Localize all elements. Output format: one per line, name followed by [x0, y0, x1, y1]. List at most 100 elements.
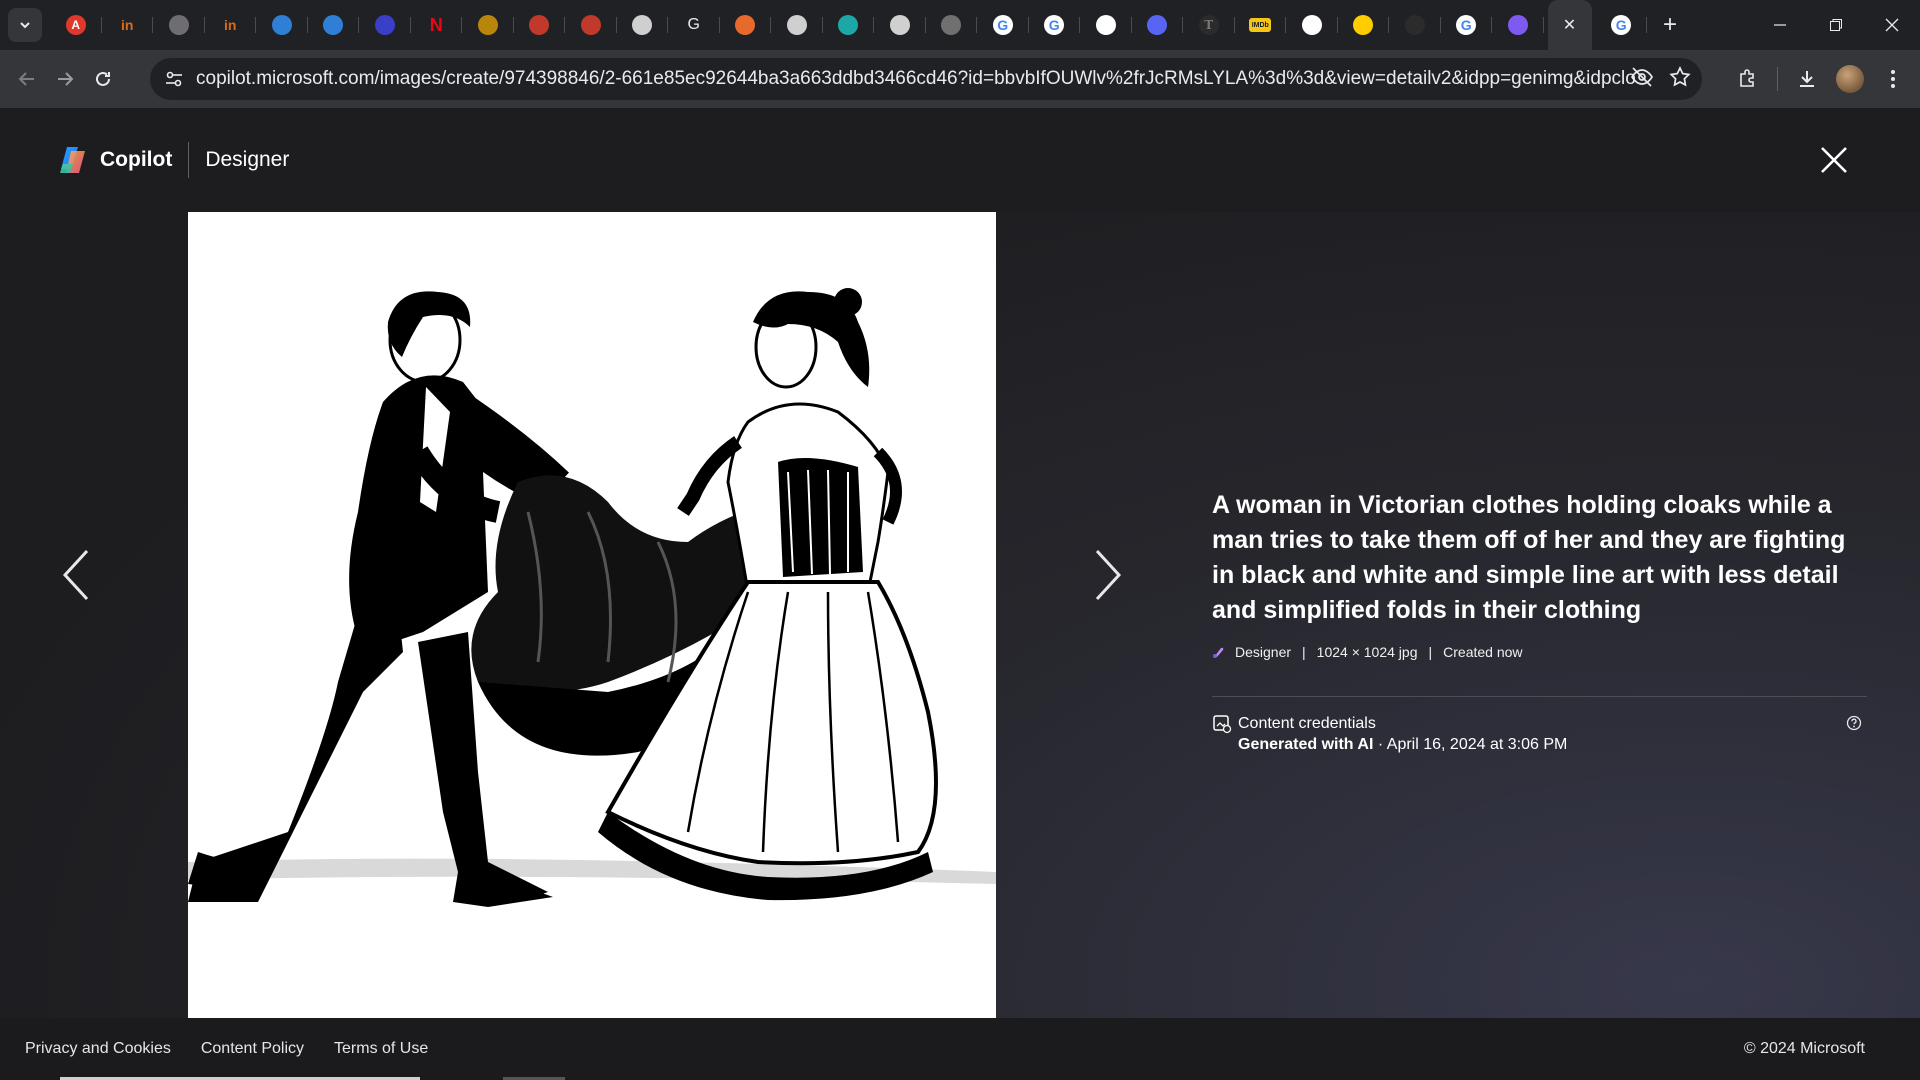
chevron-left-icon — [62, 549, 89, 601]
star-icon[interactable] — [1668, 65, 1692, 94]
browser-tab[interactable] — [359, 0, 411, 50]
browser-tab[interactable]: G — [668, 0, 720, 50]
content-credentials-text: Content credentials Generated with AI · … — [1238, 713, 1567, 755]
browser-tab[interactable] — [1492, 0, 1544, 50]
help-icon — [1846, 715, 1862, 731]
details-divider — [1212, 696, 1867, 697]
site-info-button[interactable] — [162, 67, 186, 91]
browser-tab[interactable] — [565, 0, 617, 50]
browser-tab[interactable] — [617, 0, 669, 50]
robot-icon — [271, 15, 292, 35]
brand[interactable]: Copilot Designer — [58, 142, 289, 178]
browser-tab[interactable] — [823, 0, 875, 50]
browser-tab[interactable]: IMDb — [1235, 0, 1287, 50]
spiral-icon — [632, 15, 653, 35]
designer-icon — [1213, 647, 1224, 658]
previous-image-button[interactable] — [46, 530, 106, 620]
google-icon: G — [992, 15, 1013, 35]
extensions-button[interactable] — [1729, 60, 1767, 98]
minimize-icon — [1774, 24, 1786, 26]
browser-tab[interactable] — [771, 0, 823, 50]
browser-tab[interactable] — [1338, 0, 1390, 50]
close-icon[interactable]: ✕ — [1563, 15, 1576, 35]
browser-tab-strip: Ain in N G G G T IMDb G ✕ G + — [0, 0, 1920, 50]
tab-search-button[interactable] — [8, 8, 42, 42]
image-prompt: A woman in Victorian clothes holding clo… — [1212, 491, 1846, 624]
profile-avatar[interactable] — [1836, 65, 1864, 93]
new-tab-button[interactable]: + — [1653, 8, 1687, 42]
arrow-left-icon — [18, 72, 34, 86]
content-credentials-detail: Generated with AI · April 16, 2024 at 3:… — [1238, 734, 1567, 755]
terms-link[interactable]: Terms of Use — [334, 1040, 428, 1058]
openai-icon — [1301, 15, 1322, 35]
browser-tab[interactable] — [153, 0, 205, 50]
browser-tab[interactable]: N — [411, 0, 463, 50]
browser-tab[interactable]: G — [1441, 0, 1493, 50]
content-credentials: Content credentials Generated with AI · … — [1212, 713, 1872, 755]
address-bar-actions — [1630, 58, 1692, 100]
minimize-button[interactable] — [1752, 0, 1808, 50]
circle-logo-icon — [374, 15, 395, 35]
page-footer: Privacy and Cookies Content Policy Terms… — [0, 1018, 1920, 1080]
browser-tab[interactable]: G — [977, 0, 1029, 50]
page-header: Copilot Designer — [0, 108, 1920, 212]
privacy-link[interactable]: Privacy and Cookies — [25, 1040, 171, 1058]
google-icon: G — [1611, 15, 1632, 35]
arc-icon — [735, 15, 756, 35]
content-credentials-help-button[interactable] — [1846, 715, 1862, 736]
chevron-down-icon — [20, 22, 30, 29]
browser-tab[interactable] — [308, 0, 360, 50]
browser-tab[interactable] — [1132, 0, 1184, 50]
browser-menu-button[interactable] — [1874, 60, 1912, 98]
reload-button[interactable] — [84, 60, 122, 98]
imdb-icon: IMDb — [1249, 18, 1272, 32]
image-meta: Designer | 1024 × 1024 jpg | Created now — [1212, 644, 1872, 660]
shield-icon — [580, 15, 601, 35]
browser-tab[interactable] — [874, 0, 926, 50]
browser-tab[interactable]: G — [1029, 0, 1081, 50]
restore-button[interactable] — [1808, 0, 1864, 50]
tune-icon — [166, 71, 182, 87]
google-icon: G — [1456, 15, 1477, 35]
netflix-icon: N — [429, 14, 443, 35]
copilot-icon — [1507, 15, 1528, 35]
browser-tab[interactable]: ✕ — [1547, 0, 1592, 50]
content-credentials-title: Content credentials — [1238, 715, 1376, 732]
browser-tab[interactable]: G — [1596, 0, 1648, 50]
kebab-menu-icon — [1891, 70, 1895, 88]
close-viewer-button[interactable] — [1812, 138, 1856, 182]
browser-tab[interactable] — [256, 0, 308, 50]
browser-tab[interactable]: in — [205, 0, 257, 50]
browser-tab[interactable] — [1286, 0, 1338, 50]
browser-tab[interactable]: A — [50, 0, 102, 50]
globe-icon — [168, 15, 189, 35]
downloads-button[interactable] — [1788, 60, 1826, 98]
address-bar[interactable]: copilot.microsoft.com/images/create/9743… — [150, 58, 1702, 100]
browser-tab[interactable] — [514, 0, 566, 50]
browser-tab[interactable] — [926, 0, 978, 50]
browser-tab[interactable] — [1389, 0, 1441, 50]
url-text[interactable]: copilot.microsoft.com/images/create/9743… — [196, 68, 1636, 90]
browser-tab[interactable] — [720, 0, 772, 50]
next-image-button[interactable] — [1078, 530, 1138, 620]
browser-tab[interactable]: in — [102, 0, 154, 50]
close-icon — [1821, 147, 1847, 173]
browser-tab[interactable] — [1080, 0, 1132, 50]
forward-button[interactable] — [46, 60, 84, 98]
chevron-right-icon — [1095, 549, 1122, 601]
restore-icon — [1830, 19, 1842, 31]
dots-icon — [941, 15, 962, 35]
content-policy-link[interactable]: Content Policy — [201, 1040, 304, 1058]
shield-icon — [529, 15, 550, 35]
generated-date: · April 16, 2024 at 3:06 PM — [1373, 736, 1568, 753]
browser-tab[interactable] — [462, 0, 514, 50]
close-window-button[interactable] — [1864, 0, 1920, 50]
generated-image[interactable] — [188, 212, 996, 1018]
eye-slash-icon[interactable] — [1630, 65, 1654, 94]
spiral-icon — [786, 15, 807, 35]
meta-created: Created now — [1443, 644, 1523, 660]
download-icon — [1800, 71, 1814, 87]
back-button[interactable] — [8, 60, 46, 98]
dots-icon — [889, 15, 910, 35]
browser-tab[interactable]: T — [1183, 0, 1235, 50]
